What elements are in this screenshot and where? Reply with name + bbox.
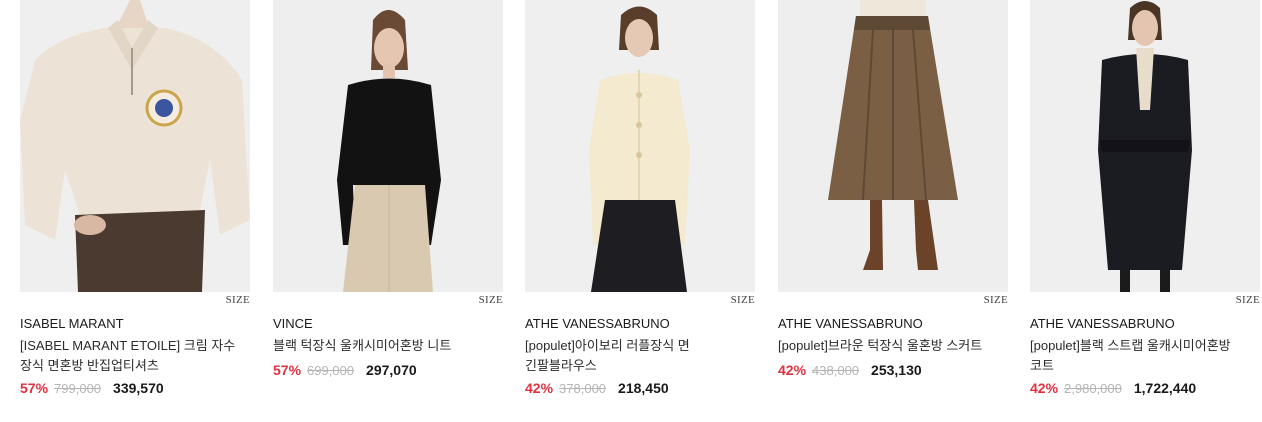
price-row: 42% 378,000 218,450 <box>525 380 669 396</box>
original-price: 799,000 <box>54 381 102 396</box>
discount-rate: 57% <box>20 380 49 396</box>
product-card[interactable]: SIZE ISABEL MARANT [ISABEL MARANT ETOILE… <box>20 0 250 396</box>
size-button[interactable]: SIZE <box>731 294 755 306</box>
product-name[interactable]: [populet]아이보리 러플장식 면 긴팔블라우스 <box>525 336 747 376</box>
size-button[interactable]: SIZE <box>1236 294 1260 306</box>
discount-rate: 42% <box>778 362 807 378</box>
product-brand[interactable]: ATHE VANESSABRUNO <box>525 316 670 331</box>
product-brand[interactable]: ATHE VANESSABRUNO <box>778 316 923 331</box>
size-button[interactable]: SIZE <box>226 294 250 306</box>
product-card[interactable]: SIZE VINCE 블랙 턱장식 울캐시미어혼방 니트 57% 699,000 2… <box>273 0 503 378</box>
original-price: 438,000 <box>812 363 860 378</box>
discount-rate: 57% <box>273 362 302 378</box>
sale-price: 297,070 <box>366 362 417 378</box>
product-brand[interactable]: ATHE VANESSABRUNO <box>1030 316 1175 331</box>
product-card[interactable]: SIZE ATHE VANESSABRUNO [populet]아이보리 러플장… <box>525 0 755 396</box>
sale-price: 253,130 <box>871 362 922 378</box>
product-name[interactable]: [populet]브라운 턱장식 울혼방 스커트 <box>778 336 1006 356</box>
product-image[interactable] <box>20 0 250 292</box>
product-image[interactable] <box>273 0 503 292</box>
product-image[interactable] <box>1030 0 1260 292</box>
original-price: 378,000 <box>559 381 607 396</box>
product-name[interactable]: [ISABEL MARANT ETOILE] 크림 자수 장식 면혼방 반집업티… <box>20 336 248 376</box>
price-row: 42% 2,980,000 1,722,440 <box>1030 380 1196 396</box>
product-name[interactable]: 블랙 턱장식 울캐시미어혼방 니트 <box>273 336 501 356</box>
sale-price: 218,450 <box>618 380 669 396</box>
price-row: 57% 799,000 339,570 <box>20 380 164 396</box>
original-price: 2,980,000 <box>1064 381 1122 396</box>
sale-price: 1,722,440 <box>1133 380 1197 396</box>
product-brand[interactable]: ISABEL MARANT <box>20 316 124 331</box>
product-image[interactable] <box>525 0 755 292</box>
discount-rate: 42% <box>525 380 554 396</box>
product-card[interactable]: SIZE ATHE VANESSABRUNO [populet]브라운 턱장식 … <box>778 0 1008 378</box>
product-grid: SIZE ISABEL MARANT [ISABEL MARANT ETOILE… <box>0 0 1262 422</box>
sale-price: 339,570 <box>113 380 164 396</box>
size-button[interactable]: SIZE <box>479 294 503 306</box>
product-card[interactable]: SIZE ATHE VANESSABRUNO [populet]블랙 스트랩 울… <box>1030 0 1260 396</box>
size-button[interactable]: SIZE <box>984 294 1008 306</box>
product-brand[interactable]: VINCE <box>273 316 313 331</box>
product-image[interactable] <box>778 0 1008 292</box>
discount-rate: 42% <box>1030 380 1059 396</box>
price-row: 42% 438,000 253,130 <box>778 362 922 378</box>
product-name[interactable]: [populet]블랙 스트랩 울캐시미어혼방 코트 <box>1030 336 1252 376</box>
price-row: 57% 699,000 297,070 <box>273 362 417 378</box>
original-price: 699,000 <box>307 363 355 378</box>
